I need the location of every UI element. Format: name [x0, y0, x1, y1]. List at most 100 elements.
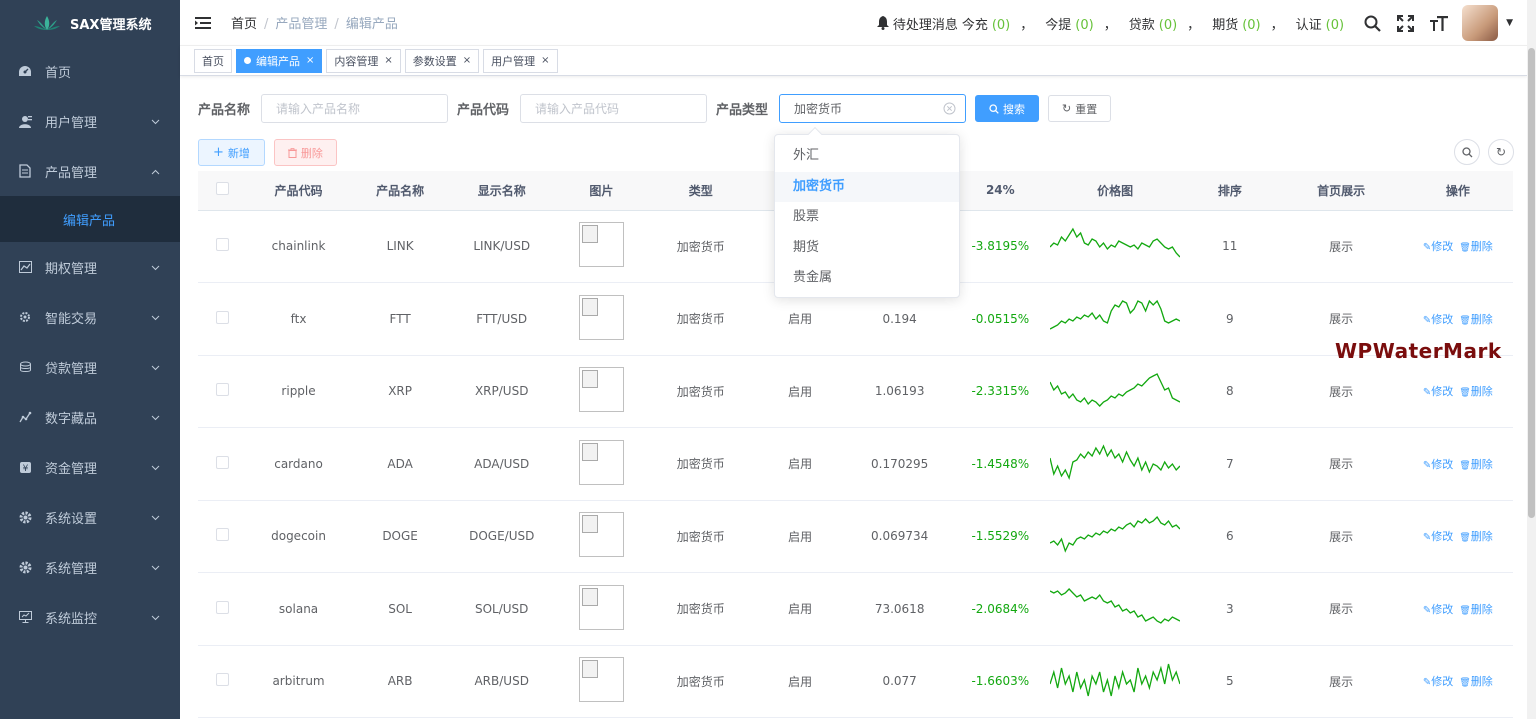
table-row[interactable]: dogecoin DOGE DOGE/USD 加密货币 启用 0.069734 -1.552…: [198, 500, 1513, 573]
reset-button[interactable]: ↻ 重置: [1048, 95, 1112, 122]
tag-2[interactable]: 内容管理 ×: [326, 48, 401, 73]
delete-row-button[interactable]: 🗑删除: [1459, 530, 1492, 543]
counter-value[interactable]: (0): [1242, 18, 1260, 33]
edit-button[interactable]: ✎修改: [1423, 530, 1453, 543]
sidebar-item-3[interactable]: 期权管理: [0, 242, 180, 292]
broken-image-icon: [578, 294, 624, 340]
edit-button[interactable]: ✎修改: [1423, 675, 1453, 688]
delete-row-button[interactable]: 🗑删除: [1459, 385, 1492, 398]
sidebar-item-6[interactable]: 数字藏品: [0, 392, 180, 442]
table-row[interactable]: ripple XRP XRP/USD 加密货币 启用 1.06193 -2.3315% 8 展示…: [198, 355, 1513, 428]
trash-icon: 🗑: [1459, 605, 1471, 616]
dropdown-option[interactable]: 期货: [775, 233, 959, 264]
settings-icon: [18, 510, 32, 524]
sidebar-item-2[interactable]: 产品管理: [0, 146, 180, 196]
row-checkbox[interactable]: [216, 673, 230, 687]
edit-button[interactable]: ✎修改: [1423, 240, 1453, 253]
tag-3[interactable]: 参数设置 ×: [404, 48, 480, 73]
table-row[interactable]: cardano ADA ADA/USD 加密货币 启用 0.170295 -1.4548% 7…: [198, 427, 1513, 501]
clear-circle-icon[interactable]: [943, 102, 956, 115]
broken-image-icon: [578, 439, 624, 485]
dropdown-option[interactable]: 股票: [775, 202, 959, 233]
counter-separator: ，: [1103, 17, 1117, 33]
app-logo[interactable]: SAX管理系统: [0, 0, 180, 46]
row-checkbox[interactable]: [216, 528, 230, 542]
counter-value[interactable]: (0): [1075, 18, 1093, 33]
edit-button[interactable]: ✎修改: [1423, 313, 1453, 326]
counter-separator: ，: [1020, 17, 1034, 33]
toggle-search-button[interactable]: [1454, 139, 1480, 165]
trash-icon: 🗑: [1459, 315, 1471, 326]
close-icon[interactable]: ×: [541, 55, 549, 66]
dropdown-option[interactable]: 加密货币: [775, 171, 959, 202]
sidebar-item-1[interactable]: 用户管理: [0, 96, 180, 146]
hamburger-icon[interactable]: [195, 16, 211, 30]
avatar[interactable]: [1462, 5, 1499, 41]
font-size-icon[interactable]: [1430, 15, 1449, 32]
tags-view: 首页 编辑产品 × 内容管理 × 参数设置 × 用户管理 ×: [180, 46, 1527, 76]
search-icon[interactable]: [1364, 15, 1381, 32]
graph-icon: [18, 410, 32, 424]
product-name-input[interactable]: 请输入产品名称: [261, 94, 449, 123]
search-button[interactable]: 搜索: [975, 95, 1040, 122]
row-checkbox[interactable]: [216, 310, 230, 324]
delete-row-button[interactable]: 🗑删除: [1459, 458, 1492, 471]
column-header: 24%: [950, 171, 1051, 211]
edit-button[interactable]: ✎修改: [1423, 603, 1453, 616]
counter-label: 期货: [1212, 17, 1239, 33]
close-icon[interactable]: ×: [306, 55, 314, 66]
select-all-checkbox[interactable]: [216, 182, 230, 196]
change-cell: -1.5529%: [950, 500, 1051, 573]
tag-1[interactable]: 编辑产品 ×: [236, 48, 323, 73]
product-type-select[interactable]: 加密货币: [779, 94, 967, 123]
page-scrollbar[interactable]: [1527, 0, 1536, 719]
refresh-table-button[interactable]: ↻: [1488, 139, 1514, 165]
delete-row-button[interactable]: 🗑删除: [1459, 675, 1492, 688]
table-row[interactable]: solana SOL SOL/USD 加密货币 启用 73.0618 -2.0684% 3 展示…: [198, 572, 1513, 646]
bell-icon[interactable]: [876, 16, 889, 30]
tag-label: 参数设置: [412, 54, 457, 68]
dropdown-option[interactable]: 贵金属: [775, 263, 959, 294]
fullscreen-icon[interactable]: [1397, 14, 1415, 32]
delete-row-button[interactable]: 🗑删除: [1459, 240, 1492, 253]
app-title: SAX管理系统: [70, 17, 152, 33]
row-checkbox[interactable]: [216, 600, 230, 614]
sidebar-item-8[interactable]: 系统设置: [0, 492, 180, 542]
row-checkbox[interactable]: [216, 455, 230, 469]
row-checkbox[interactable]: [216, 383, 230, 397]
counter-value[interactable]: (0): [1326, 18, 1344, 33]
edit-button[interactable]: ✎修改: [1423, 458, 1453, 471]
table-row[interactable]: arbitrum ARB ARB/USD 加密货币 启用 0.077 -1.6603% 5 展示…: [198, 645, 1513, 718]
close-icon[interactable]: ×: [463, 55, 471, 66]
close-icon[interactable]: ×: [384, 55, 392, 66]
type-cell: 加密货币: [650, 572, 752, 646]
delete-row-button[interactable]: 🗑删除: [1459, 313, 1492, 326]
breadcrumb-product-mgmt[interactable]: 产品管理: [275, 17, 327, 32]
edit-label: 修改: [1431, 675, 1454, 689]
product-code-input[interactable]: 请输入产品代码: [520, 94, 708, 123]
sidebar-item-4[interactable]: 智能交易: [0, 292, 180, 342]
counter-value[interactable]: (0): [992, 18, 1010, 33]
actions-cell: ✎修改 🗑删除: [1402, 645, 1513, 718]
row-checkbox[interactable]: [216, 238, 230, 252]
tag-4[interactable]: 用户管理 ×: [483, 48, 558, 73]
edit-button[interactable]: ✎修改: [1423, 385, 1453, 398]
monitor-icon: [18, 610, 32, 624]
caret-down-icon[interactable]: ▼: [1506, 18, 1513, 28]
scrollbar-thumb[interactable]: [1528, 48, 1535, 518]
sidebar-subitem-edit-product[interactable]: 编辑产品: [0, 196, 180, 242]
delete-row-button[interactable]: 🗑删除: [1459, 603, 1492, 616]
add-button[interactable]: + 新增: [198, 139, 265, 166]
delete-button[interactable]: 删除: [273, 139, 337, 166]
sidebar-item-10[interactable]: 系统监控: [0, 592, 180, 642]
sidebar-item-9[interactable]: 系统管理: [0, 542, 180, 592]
column-header: 操作: [1402, 171, 1513, 211]
sidebar-item-5[interactable]: 贷款管理: [0, 342, 180, 392]
breadcrumb-home[interactable]: 首页: [231, 17, 257, 32]
sidebar-item-0[interactable]: 首页: [0, 46, 180, 96]
tag-0[interactable]: 首页: [194, 48, 232, 73]
sidebar-item-7[interactable]: ¥ 资金管理: [0, 442, 180, 492]
checkbox-cell: [198, 500, 248, 573]
counter-value[interactable]: (0): [1159, 18, 1177, 33]
dropdown-option[interactable]: 外汇: [775, 141, 959, 172]
